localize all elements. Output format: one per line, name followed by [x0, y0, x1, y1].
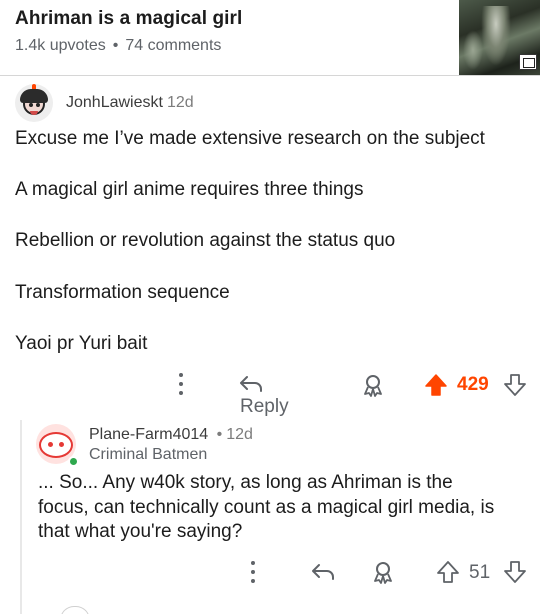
post-upvotes: 1.4k upvotes [15, 37, 106, 54]
comment-text-line: Rebellion or revolution against the stat… [15, 230, 396, 251]
user-flair: Criminal Batmen [89, 446, 208, 463]
kebab-icon[interactable] [178, 373, 184, 395]
comment-text-line: focus, can technically count as a magica… [38, 497, 495, 518]
avatar[interactable] [15, 84, 53, 122]
post-title[interactable]: Ahriman is a magical girl [15, 8, 242, 30]
thumbnail-figure [481, 6, 511, 66]
comment-score: 51 [469, 562, 491, 583]
online-status-dot [68, 456, 79, 467]
reply-label: Reply [240, 396, 289, 418]
comment-text-line: that what you're saying? [38, 521, 243, 542]
avatar[interactable] [60, 606, 90, 614]
meta-separator: • [216, 426, 223, 443]
upvote-button[interactable] [424, 373, 448, 402]
avatar-eye [59, 442, 64, 447]
post-comment-count: 74 comments [125, 37, 222, 54]
downvote-button[interactable] [503, 560, 527, 589]
comment-age: 12d [226, 426, 253, 443]
avatar-body [39, 432, 73, 458]
comment-age: 12d [166, 94, 194, 111]
comment-text-line: ... So... Any w40k story, as long as Ahr… [38, 472, 453, 493]
upvote-button[interactable] [436, 560, 460, 589]
comment-score: 429 [457, 374, 489, 395]
comment-author-line: Plane-Farm4014 • 12d [89, 426, 253, 444]
avatar-eye [36, 103, 40, 107]
comment-text-line: Yaoi pr Yuri bait [15, 333, 148, 354]
comment-author-line: JonhLawieskt 12d [66, 94, 194, 112]
reply-arrow-icon [312, 564, 334, 580]
image-icon [519, 54, 537, 70]
downvote-icon [504, 374, 526, 396]
post-header[interactable]: Ahriman is a magical girl 1.4k upvotes • 7… [0, 0, 540, 76]
comment-username[interactable]: JonhLawieskt [66, 94, 163, 111]
upvote-icon [425, 374, 447, 396]
comment-username[interactable]: Plane-Farm4014 [89, 426, 208, 443]
avatar-eye [29, 103, 33, 107]
reply-arrow-icon [240, 376, 262, 392]
comment-text-line: Transformation sequence [15, 282, 230, 303]
thumbnail-figure [463, 30, 483, 70]
meta-separator: • [112, 37, 119, 54]
avatar-hair [20, 89, 48, 103]
avatar-eye [48, 442, 53, 447]
award-button[interactable] [362, 373, 384, 402]
upvote-icon [437, 561, 459, 583]
reply-button[interactable] [310, 560, 336, 589]
downvote-button[interactable] [503, 373, 527, 402]
post-meta: 1.4k upvotes • 74 comments [15, 37, 221, 55]
award-icon [364, 375, 382, 397]
award-button[interactable] [372, 560, 394, 589]
downvote-icon [504, 561, 526, 583]
reply-button[interactable]: Reply [238, 372, 289, 418]
comment-text-line: Excuse me I’ve made extensive research o… [15, 128, 485, 149]
comment-text-line: A magical girl anime requires three thin… [15, 179, 364, 200]
thread-line[interactable] [20, 420, 22, 614]
award-icon [374, 562, 392, 584]
post-thumbnail[interactable] [459, 0, 540, 75]
kebab-icon[interactable] [250, 561, 256, 583]
